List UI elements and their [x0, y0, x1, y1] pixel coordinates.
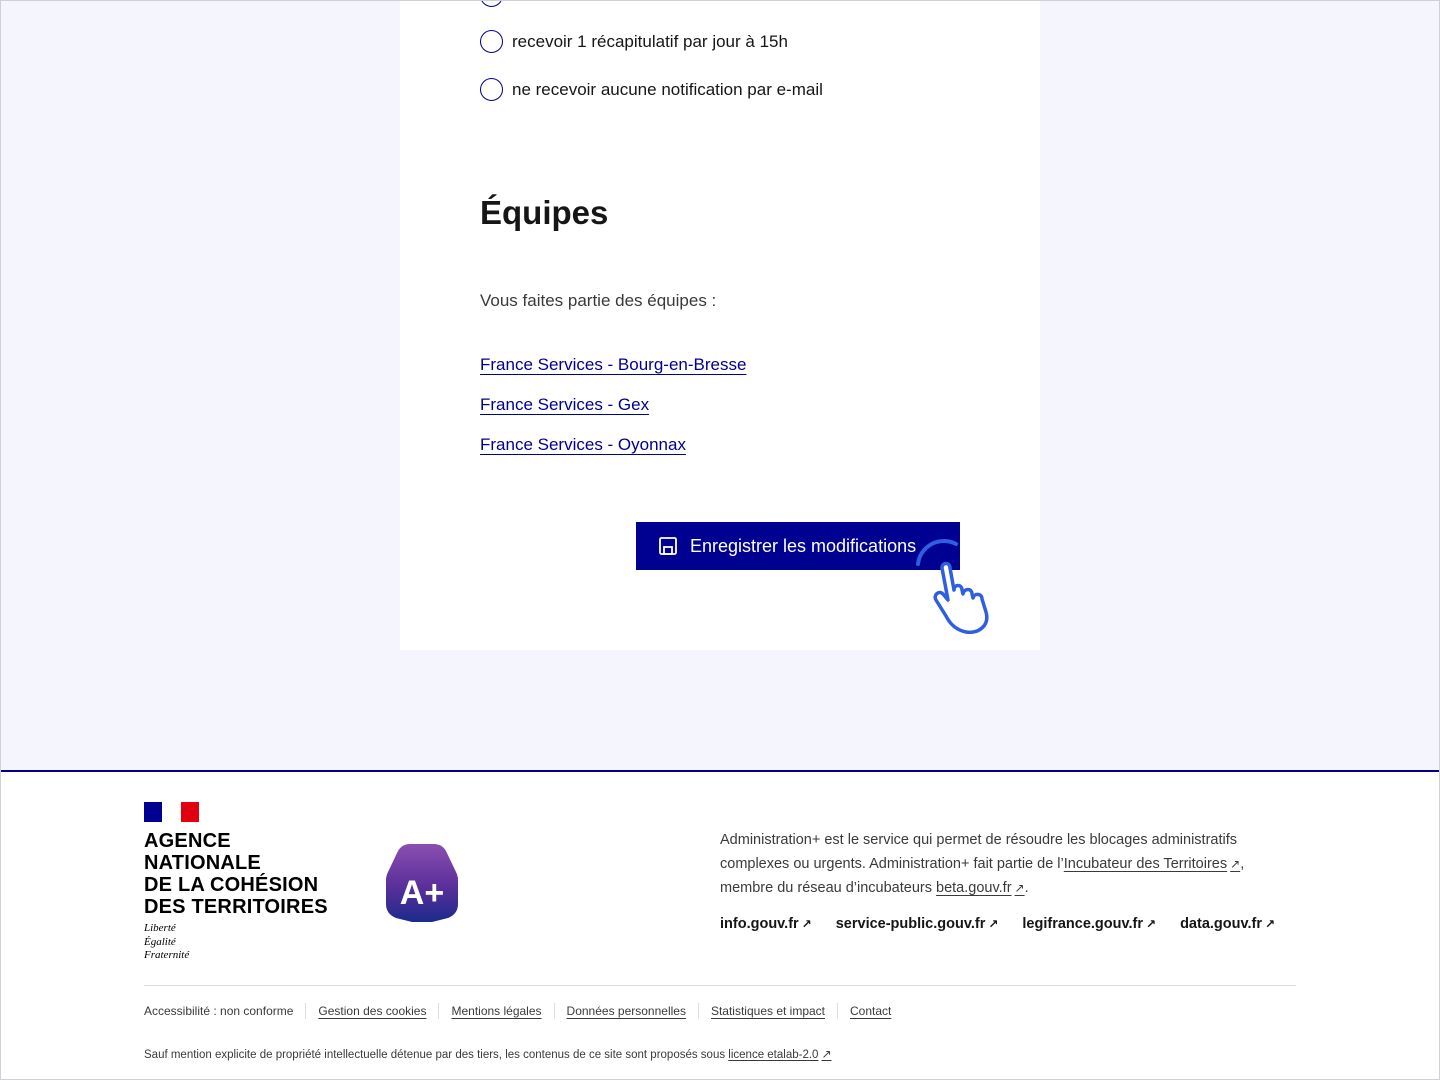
- external-link-icon: ↗: [1230, 857, 1241, 871]
- radio-button[interactable]: [480, 0, 503, 7]
- government-links: info.gouv.fr ↗ service-public.gouv.fr ↗ le…: [720, 916, 1275, 932]
- incubator-link[interactable]: Incubateur des Territoires ↗: [1064, 856, 1240, 872]
- notification-option-clipped[interactable]: [480, 0, 512, 7]
- personal-data-link[interactable]: Données personnelles: [553, 1003, 698, 1019]
- footer-divider: [144, 985, 1296, 986]
- government-logo[interactable]: AGENCE NATIONALE DE LA COHÉSION DES TERR…: [144, 802, 328, 963]
- teams-section-title: Équipes: [480, 194, 609, 231]
- gov-link-legifrance[interactable]: legifrance.gouv.fr ↗: [1022, 916, 1156, 932]
- footer-bottom-links: Accessibilité : non conforme Gestion des…: [144, 1003, 903, 1019]
- french-flag-icon: [144, 802, 199, 822]
- republic-motto: Liberté Égalité Fraternité: [144, 922, 190, 961]
- radio-label: ne recevoir aucune notification par e-ma…: [512, 79, 823, 99]
- teams-intro-text: Vous faites partie des équipes :: [480, 291, 717, 310]
- radio-button[interactable]: [480, 78, 503, 101]
- external-link-icon: ↗: [988, 917, 999, 931]
- agency-name: AGENCE NATIONALE DE LA COHÉSION DES TERR…: [144, 830, 328, 918]
- accessibility-status: Accessibilité : non conforme: [144, 1004, 294, 1018]
- pointer-hand-icon: [916, 538, 989, 634]
- notification-option-none[interactable]: ne recevoir aucune notification par e-ma…: [480, 78, 823, 101]
- external-link-icon: ↗: [801, 917, 812, 931]
- license-notice: Sauf mention explicite de propriété inte…: [144, 1047, 832, 1061]
- radio-label: recevoir 1 récapitulatif par jour à 15h: [512, 31, 788, 51]
- team-link[interactable]: France Services - Gex: [480, 395, 649, 415]
- external-link-icon: ↗: [821, 1047, 832, 1061]
- statistics-link[interactable]: Statistiques et impact: [697, 1003, 837, 1019]
- team-link[interactable]: France Services - Oyonnax: [480, 435, 686, 455]
- radio-button[interactable]: [480, 30, 503, 53]
- save-icon: [659, 537, 677, 555]
- team-link[interactable]: France Services - Bourg-en-Bresse: [480, 355, 746, 375]
- svg-text:A+: A+: [400, 874, 444, 912]
- notification-option-daily[interactable]: recevoir 1 récapitulatif par jour à 15h: [480, 30, 788, 53]
- administration-plus-logo[interactable]: A+: [386, 842, 458, 922]
- footer-description: Administration+ est le service qui perme…: [720, 832, 1245, 896]
- legal-notice-link[interactable]: Mentions légales: [438, 1003, 553, 1019]
- contact-link[interactable]: Contact: [837, 1003, 903, 1019]
- cookies-link[interactable]: Gestion des cookies: [305, 1003, 438, 1019]
- gov-link-service-public[interactable]: service-public.gouv.fr ↗: [836, 916, 999, 932]
- external-link-icon: ↗: [1014, 881, 1025, 895]
- gov-link-data[interactable]: data.gouv.fr ↗: [1180, 916, 1275, 932]
- gov-link-info[interactable]: info.gouv.fr ↗: [720, 916, 812, 932]
- license-link[interactable]: licence etalab-2.0 ↗: [728, 1047, 832, 1061]
- external-link-icon: ↗: [1146, 917, 1157, 931]
- save-button-label: Enregistrer les modifications: [690, 535, 917, 556]
- beta-gouv-link[interactable]: beta.gouv.fr ↗: [936, 880, 1025, 896]
- external-link-icon: ↗: [1264, 917, 1276, 931]
- site-footer: AGENCE NATIONALE DE LA COHÉSION DES TERR…: [0, 770, 1440, 1080]
